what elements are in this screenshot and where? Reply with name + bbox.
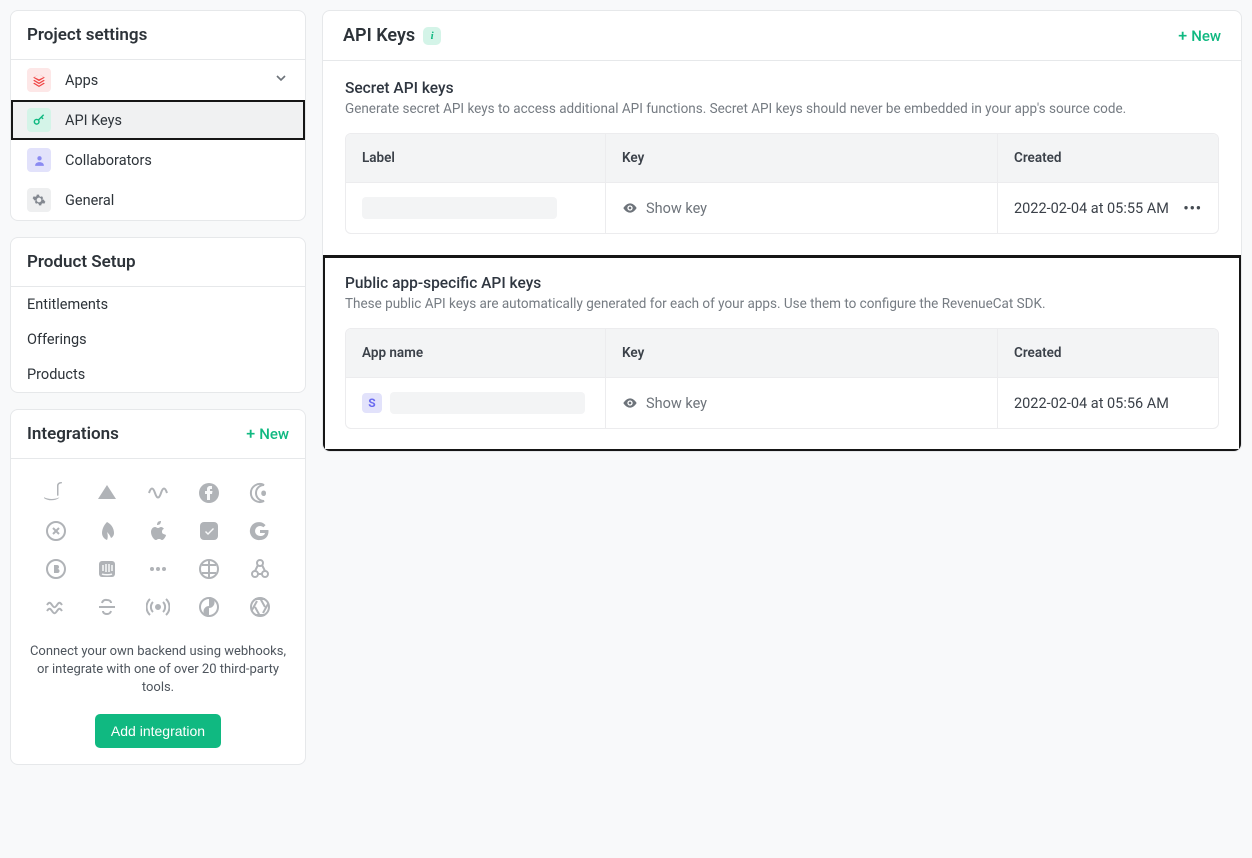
col-key: Key	[606, 134, 998, 182]
product-setup-header: Product Setup	[11, 238, 305, 287]
strikethrough-icon	[95, 595, 119, 619]
leaf-icon	[95, 519, 119, 543]
aquarius-icon	[44, 595, 68, 619]
secret-keys-table: Label Key Created Show key	[345, 133, 1219, 234]
cell-key: Show key	[606, 183, 998, 233]
key-icon	[27, 108, 51, 132]
svg-text:c: c	[262, 490, 265, 497]
table-row: S Show key 2022-02-04 at 05:56 AM	[346, 377, 1218, 428]
secret-desc: Generate secret API keys to access addit…	[345, 101, 1219, 117]
eye-icon	[622, 395, 638, 411]
sidebar-item-label: API Keys	[65, 112, 122, 129]
intercom-icon	[95, 557, 119, 581]
show-key-label: Show key	[646, 395, 707, 412]
plus-icon: +	[246, 426, 255, 442]
info-icon[interactable]: i	[423, 27, 441, 45]
cell-app-name: S	[346, 378, 606, 428]
integrations-icon-grid: c	[21, 475, 295, 635]
public-desc: These public API keys are automatically …	[345, 296, 1219, 312]
integrations-blurb: Connect your own backend using webhooks,…	[27, 643, 289, 698]
layers-icon	[27, 68, 51, 92]
sidebar-item-general[interactable]: General	[11, 180, 305, 220]
project-settings-nav: Apps API Keys Collaborators	[11, 60, 305, 220]
webhook-icon	[248, 557, 272, 581]
new-api-key-button[interactable]: + New	[1178, 27, 1221, 45]
sidebar-item-label: General	[65, 192, 114, 209]
integrations-body: c Connect your own	[11, 459, 305, 764]
main-panel: API Keys i + New Secret API keys Generat…	[322, 10, 1242, 452]
integrations-new-link[interactable]: + New	[246, 425, 289, 443]
integrations-panel: Integrations + New c	[10, 409, 306, 765]
wave-icon	[146, 481, 170, 505]
cell-created: 2022-02-04 at 05:56 AM	[998, 378, 1218, 428]
row-actions-button[interactable]: •••	[1183, 200, 1202, 217]
secret-api-keys-section: Secret API keys Generate secret API keys…	[323, 61, 1241, 256]
created-date: 2022-02-04 at 05:56 AM	[1014, 395, 1169, 412]
cell-label	[346, 183, 606, 233]
sidebar-item-api-keys[interactable]: API Keys	[11, 100, 305, 140]
add-integration-button[interactable]: Add integration	[95, 714, 221, 748]
project-settings-panel: Project settings Apps	[10, 10, 306, 221]
show-key-button[interactable]: Show key	[622, 395, 707, 412]
public-keys-table: App name Key Created S Show key	[345, 328, 1219, 429]
sidebar-item-products[interactable]: Products	[11, 357, 305, 392]
redacted-label	[362, 197, 557, 219]
show-key-button[interactable]: Show key	[622, 200, 707, 217]
cell-created: 2022-02-04 at 05:55 AM •••	[998, 183, 1218, 233]
col-created: Created	[998, 329, 1218, 377]
table-head: Label Key Created	[346, 134, 1218, 182]
sidebar-item-label: Collaborators	[65, 152, 152, 169]
integrations-title: Integrations	[27, 424, 119, 444]
product-setup-title: Product Setup	[27, 252, 136, 272]
secret-title: Secret API keys	[345, 79, 1219, 97]
globe-split-icon	[197, 557, 221, 581]
sidebar-item-collaborators[interactable]: Collaborators	[11, 140, 305, 180]
col-label: Label	[346, 134, 606, 182]
dots-icon	[146, 557, 170, 581]
public-api-keys-section: Public app-specific API keys These publi…	[323, 256, 1241, 451]
new-label: New	[1191, 27, 1221, 45]
project-settings-header: Project settings	[11, 11, 305, 60]
page-title: API Keys	[343, 25, 415, 46]
redacted-app-name	[390, 392, 585, 414]
eye-icon	[622, 200, 638, 216]
page-header: API Keys i + New	[323, 11, 1241, 61]
person-icon	[27, 148, 51, 172]
facebook-icon	[197, 481, 221, 505]
col-key: Key	[606, 329, 998, 377]
gear-icon	[27, 188, 51, 212]
created-date: 2022-02-04 at 05:55 AM	[1014, 200, 1169, 217]
product-setup-list: Entitlements Offerings Products	[11, 287, 305, 392]
app-badge: S	[362, 393, 382, 413]
apple-icon	[146, 519, 170, 543]
product-setup-panel: Product Setup Entitlements Offerings Pro…	[10, 237, 306, 393]
sidebar-item-apps[interactable]: Apps	[11, 60, 305, 100]
yin-yang-icon	[197, 595, 221, 619]
col-created: Created	[998, 134, 1218, 182]
table-row: Show key 2022-02-04 at 05:55 AM •••	[346, 182, 1218, 233]
crescent-icon: c	[248, 481, 272, 505]
check-square-icon	[197, 519, 221, 543]
table-head: App name Key Created	[346, 329, 1218, 377]
circle-x-icon	[44, 519, 68, 543]
sidebar-item-offerings[interactable]: Offerings	[11, 322, 305, 357]
circle-b-icon	[44, 557, 68, 581]
broadcast-icon	[146, 595, 170, 619]
google-icon	[248, 519, 272, 543]
chevron-down-icon	[273, 70, 289, 90]
amazon-icon	[44, 481, 68, 505]
public-title: Public app-specific API keys	[345, 274, 1219, 292]
new-label: New	[259, 425, 289, 443]
integrations-header: Integrations + New	[11, 410, 305, 459]
col-app-name: App name	[346, 329, 606, 377]
show-key-label: Show key	[646, 200, 707, 217]
sidebar-item-label: Apps	[65, 72, 98, 89]
plus-icon: +	[1178, 28, 1187, 44]
triangle-icon	[95, 481, 119, 505]
aperture-icon	[248, 595, 272, 619]
project-settings-title: Project settings	[27, 25, 147, 45]
cell-key: Show key	[606, 378, 998, 428]
sidebar-item-entitlements[interactable]: Entitlements	[11, 287, 305, 322]
